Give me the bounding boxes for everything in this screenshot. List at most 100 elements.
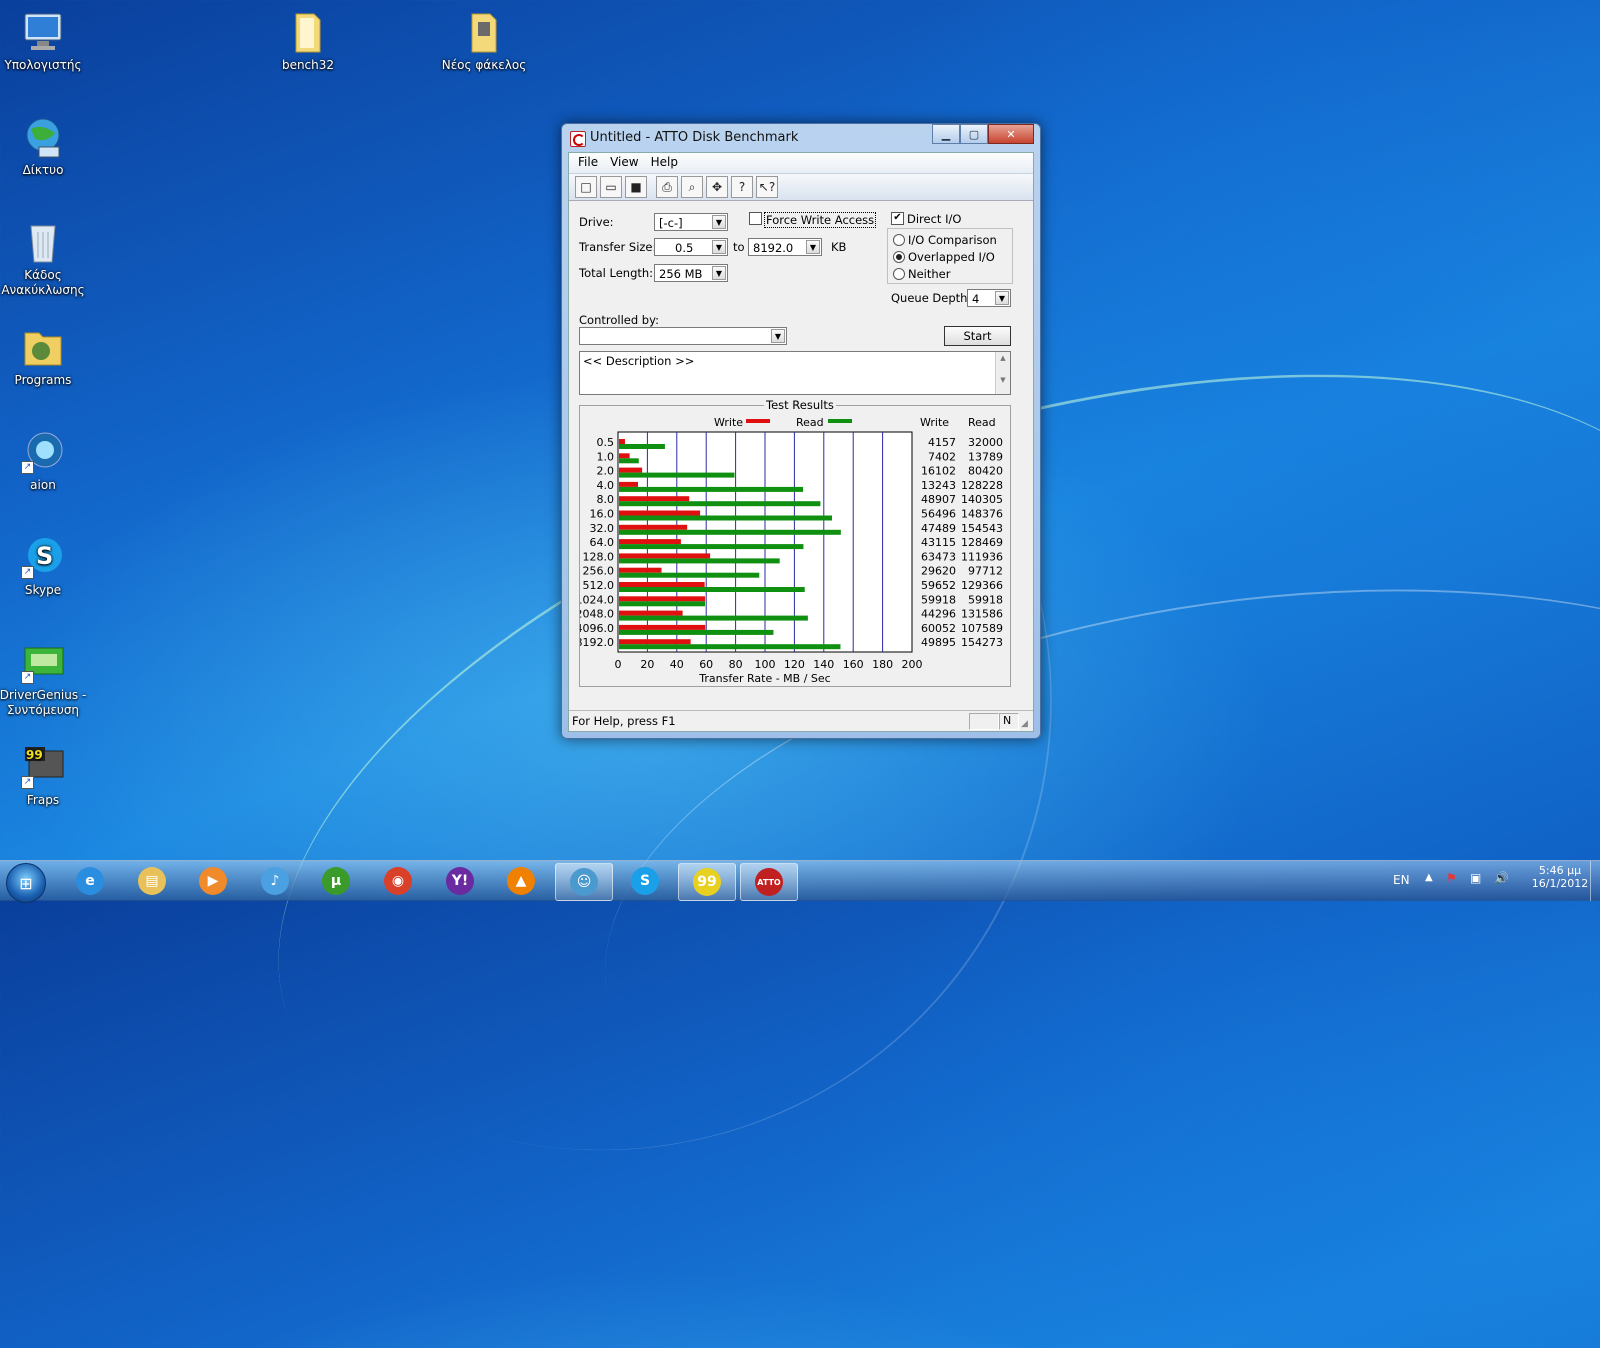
status-text: For Help, press F1 — [572, 714, 676, 728]
desktop-icon-fraps[interactable]: 99 ↗ Fraps — [0, 745, 88, 808]
transfer-size-from-select[interactable]: 0.5 ▼ — [654, 238, 728, 256]
vlc-taskbar-button[interactable]: ▲ — [493, 863, 549, 899]
language-indicator[interactable]: EN — [1393, 873, 1410, 887]
force-write-checkbox[interactable] — [749, 212, 762, 225]
minimize-button[interactable]: ▁ — [932, 124, 960, 144]
write-value: 43115 — [921, 536, 956, 549]
category-label: 8.0 — [597, 493, 615, 506]
x-tick-label: 80 — [729, 658, 743, 671]
new-button[interactable]: □ — [575, 176, 597, 198]
overlapped-io-label[interactable]: Overlapped I/O — [908, 250, 995, 264]
start-button[interactable]: ⊞ — [6, 863, 46, 903]
start-button[interactable]: Start — [944, 326, 1011, 346]
direct-io-label[interactable]: Direct I/O — [907, 212, 961, 226]
total-length-value: 256 MB — [659, 267, 703, 281]
write-value: 47489 — [921, 522, 956, 535]
show-desktop-button[interactable] — [1590, 861, 1600, 901]
move-button[interactable]: ✥ — [706, 176, 728, 198]
write-value: 56496 — [921, 508, 956, 521]
desktop-icon-drivergenius[interactable]: ↗ DriverGenius - Συντόμευση — [0, 640, 88, 718]
desktop-icon-skype[interactable]: S ↗ Skype — [0, 535, 88, 598]
write-bar — [619, 610, 683, 616]
write-bar — [619, 453, 630, 459]
chrome-taskbar-button[interactable]: ◉ — [370, 863, 426, 899]
chevron-down-icon: ▼ — [712, 215, 726, 229]
users-taskbar-button[interactable]: ☺ — [555, 863, 613, 901]
resize-grip-icon[interactable]: ◢ — [1021, 719, 1032, 730]
read-bar — [619, 629, 774, 635]
io-comparison-label[interactable]: I/O Comparison — [908, 233, 997, 247]
network-tray-icon[interactable]: ▣ — [1470, 871, 1481, 885]
desktop-icon-new-folder[interactable]: Νέος φάκελος — [439, 10, 529, 73]
desktop-icon-aion[interactable]: ↗ aion — [0, 430, 88, 493]
neither-label[interactable]: Neither — [908, 267, 950, 281]
desktop-icon-network[interactable]: Δίκτυο — [0, 115, 88, 178]
x-tick-label: 140 — [813, 658, 834, 671]
yahoo-messenger-taskbar-button[interactable]: Y! — [432, 863, 488, 899]
desktop-icon-computer[interactable]: Υπολογιστής — [0, 10, 88, 73]
save-button[interactable]: ■ — [625, 176, 647, 198]
overlapped-io-radio[interactable] — [893, 251, 905, 263]
skype-icon: S — [631, 867, 659, 895]
print-preview-button[interactable]: ⌕ — [681, 176, 703, 198]
io-comparison-radio[interactable] — [893, 234, 905, 246]
description-textarea[interactable]: << Description >> ▲ ▼ — [579, 351, 1011, 395]
clock[interactable]: 5:46 μμ 16/1/2012 — [1530, 864, 1590, 890]
transfer-size-to-select[interactable]: 8192.0 ▼ — [748, 238, 822, 256]
menu-file[interactable]: File — [573, 153, 605, 173]
read-bar — [619, 444, 665, 449]
utorrent-taskbar-button[interactable]: µ — [308, 863, 364, 899]
menu-help[interactable]: Help — [646, 153, 685, 173]
maximize-button[interactable]: ▢ — [960, 124, 988, 144]
read-value: 148376 — [961, 508, 1003, 521]
read-value: 140305 — [961, 493, 1003, 506]
recycle-bin-icon — [21, 220, 65, 264]
drive-label: Drive: — [579, 215, 614, 229]
fraps-taskbar-button[interactable]: 99 — [678, 863, 736, 901]
yahoo-messenger-icon: Y! — [446, 867, 474, 895]
show-hidden-icons-button[interactable]: ▲ — [1425, 872, 1433, 883]
description-scrollbar[interactable]: ▲ ▼ — [995, 352, 1010, 394]
total-length-select[interactable]: 256 MB ▼ — [654, 264, 728, 282]
context-help-button[interactable]: ↖? — [756, 176, 778, 198]
media-player-taskbar-button[interactable]: ▶ — [185, 863, 241, 899]
internet-explorer-taskbar-button[interactable]: e — [62, 863, 118, 899]
desktop-icon-recycle-bin[interactable]: Κάδος Ανακύκλωσης — [0, 220, 88, 298]
print-preview-icon: ⌕ — [688, 179, 696, 194]
atto-taskbar-button[interactable]: ATTO — [740, 863, 798, 901]
itunes-icon: ♪ — [261, 867, 289, 895]
action-center-flag-icon[interactable]: ⚑ — [1446, 871, 1457, 885]
about-button[interactable]: ? — [731, 176, 753, 198]
queue-depth-select[interactable]: 4 ▼ — [967, 289, 1011, 307]
read-bar — [619, 458, 639, 464]
direct-io-checkbox[interactable]: ✔ — [891, 212, 904, 225]
folder-icon — [462, 10, 506, 54]
legend-read-swatch — [828, 419, 852, 423]
desktop-icon-programs[interactable]: Programs — [0, 325, 88, 388]
print-button[interactable]: ⎙ — [656, 176, 678, 198]
desktop-icon-label: Νέος φάκελος — [441, 58, 527, 72]
menu-view[interactable]: View — [605, 153, 645, 173]
controlled-by-select[interactable]: ▼ — [579, 327, 787, 345]
move-arrows-icon: ✥ — [711, 180, 723, 194]
neither-radio[interactable] — [893, 268, 905, 280]
drive-select[interactable]: [-c-] ▼ — [654, 213, 728, 231]
title-bar[interactable]: Untitled - ATTO Disk Benchmark ▁ ▢ ✕ — [562, 124, 1040, 152]
queue-depth-label: Queue Depth: — [891, 291, 972, 305]
atto-window[interactable]: Untitled - ATTO Disk Benchmark ▁ ▢ ✕ Fil… — [561, 123, 1041, 739]
force-write-label[interactable]: Force Write Access — [764, 212, 877, 228]
benchmark-panel: Drive: [-c-] ▼ Force Write Access ✔ Dire… — [569, 201, 1033, 711]
close-button[interactable]: ✕ — [988, 124, 1034, 144]
volume-icon[interactable]: 🔊 — [1494, 871, 1509, 885]
explorer-folder-taskbar-button[interactable]: ▤ — [124, 863, 180, 899]
minimize-icon: ▁ — [941, 127, 951, 141]
skype-taskbar-button[interactable]: S — [617, 863, 673, 899]
category-label: 8192.0 — [580, 636, 614, 649]
itunes-taskbar-button[interactable]: ♪ — [247, 863, 303, 899]
chevron-down-icon: ▼ — [712, 266, 726, 280]
svg-text:99: 99 — [26, 748, 43, 762]
write-value: 4157 — [928, 436, 956, 449]
write-value: 44296 — [921, 608, 956, 621]
desktop-icon-bench32[interactable]: bench32 — [263, 10, 353, 73]
open-button[interactable]: ▭ — [600, 176, 622, 198]
